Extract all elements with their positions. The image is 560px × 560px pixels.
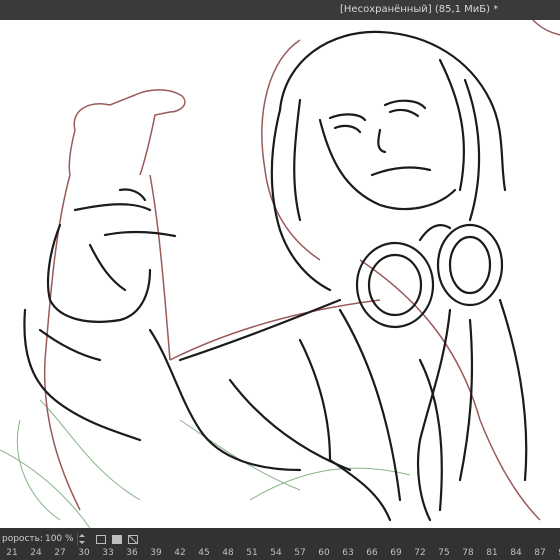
- frame-number[interactable]: 66: [360, 548, 384, 560]
- drawing-canvas[interactable]: [0, 20, 560, 528]
- timeline-panel: рорость: 100 % 21 24 27 30 33 36 39 42 4…: [0, 528, 560, 560]
- frame-number[interactable]: 21: [0, 548, 24, 560]
- frame-ruler[interactable]: 21 24 27 30 33 36 39 42 45 48 51 54 57 6…: [0, 548, 560, 560]
- frame-number[interactable]: 63: [336, 548, 360, 560]
- frame-number[interactable]: 69: [384, 548, 408, 560]
- frame-number[interactable]: 87: [528, 548, 552, 560]
- new-frame-icon[interactable]: [95, 534, 106, 544]
- frame-number[interactable]: 27: [48, 548, 72, 560]
- opacity-spinner-icon[interactable]: [76, 533, 86, 545]
- frame-number[interactable]: 42: [168, 548, 192, 560]
- frame-number[interactable]: 30: [72, 548, 96, 560]
- frame-number[interactable]: 51: [240, 548, 264, 560]
- frame-number[interactable]: 81: [480, 548, 504, 560]
- frame-number[interactable]: 78: [456, 548, 480, 560]
- frame-number[interactable]: 24: [24, 548, 48, 560]
- title-bar: [Несохранённый] (85,1 МиБ) *: [0, 0, 560, 20]
- frame-number[interactable]: 90: [552, 548, 560, 560]
- frame-number[interactable]: 57: [288, 548, 312, 560]
- timeline-controls: рорость: 100 %: [0, 532, 138, 546]
- ink-line-layer: [23, 30, 528, 522]
- delete-frame-icon[interactable]: [127, 534, 138, 544]
- frame-number[interactable]: 39: [144, 548, 168, 560]
- frame-number[interactable]: 60: [312, 548, 336, 560]
- frame-number[interactable]: 54: [264, 548, 288, 560]
- opacity-label: рорость:: [2, 534, 43, 544]
- artwork-sketch: [0, 20, 560, 528]
- duplicate-frame-icon[interactable]: [111, 534, 122, 544]
- frame-number[interactable]: 48: [216, 548, 240, 560]
- frame-number[interactable]: 33: [96, 548, 120, 560]
- document-title: [Несохранённый] (85,1 МиБ) *: [340, 4, 499, 15]
- green-sketch-layer: [0, 399, 411, 528]
- opacity-field[interactable]: 100 %: [45, 534, 74, 544]
- frame-number[interactable]: 36: [120, 548, 144, 560]
- frame-number[interactable]: 84: [504, 548, 528, 560]
- frame-number[interactable]: 45: [192, 548, 216, 560]
- frame-number[interactable]: 75: [432, 548, 456, 560]
- frame-number[interactable]: 72: [408, 548, 432, 560]
